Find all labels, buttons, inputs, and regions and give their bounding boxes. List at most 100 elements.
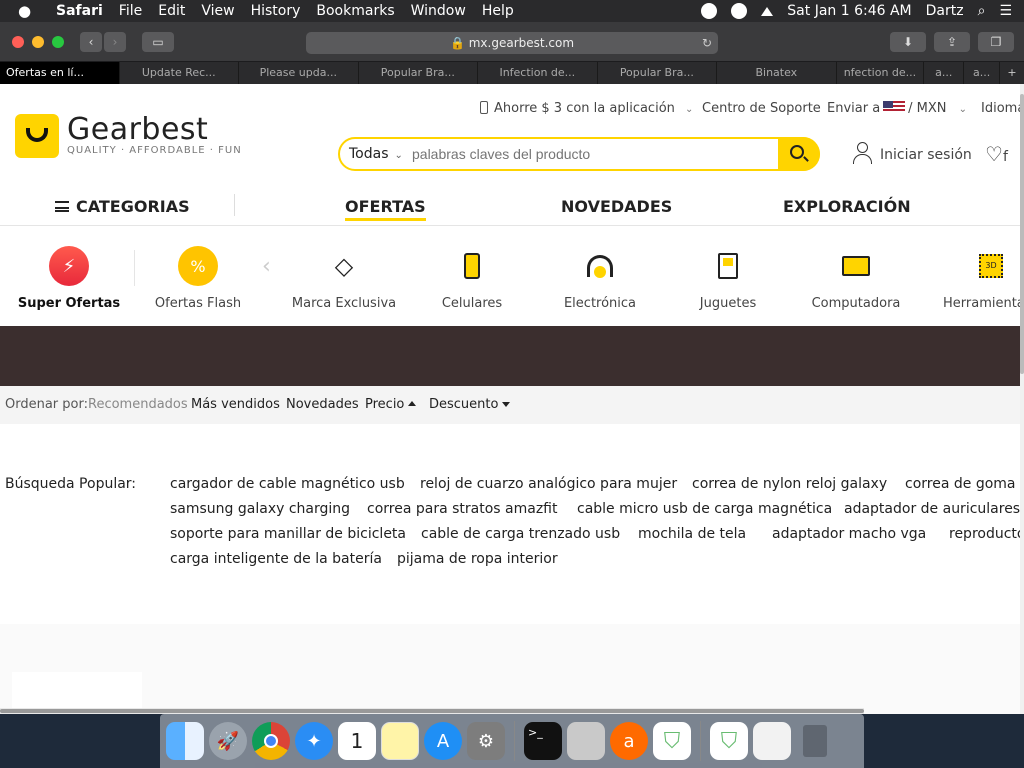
- notification-center-icon[interactable]: ☰: [999, 3, 1012, 19]
- tab-5[interactable]: Infection de...: [478, 62, 598, 84]
- gearbest-logo[interactable]: [15, 114, 59, 158]
- category-electronics[interactable]: Electrónica: [545, 246, 655, 311]
- scrollbar-thumb[interactable]: [0, 709, 864, 713]
- system-preferences-icon[interactable]: ⚙: [467, 722, 505, 760]
- menubar-clock[interactable]: Sat Jan 1 6:46 AM: [787, 3, 911, 19]
- new-tab-icon[interactable]: +: [1000, 62, 1024, 84]
- finder-icon[interactable]: [166, 722, 204, 760]
- category-super-offers[interactable]: ⚡ Super Ofertas: [14, 246, 124, 311]
- popular-keyword[interactable]: cargador de cable magnético usb: [170, 476, 405, 492]
- sidebar-toggle-button[interactable]: ▭: [142, 32, 174, 52]
- app-store-icon[interactable]: A: [424, 722, 462, 760]
- popular-keyword[interactable]: reproductor: [949, 526, 1020, 542]
- category-exclusive-brand[interactable]: ◇ Marca Exclusiva: [289, 246, 399, 311]
- popular-keyword[interactable]: correa para stratos amazfit: [367, 501, 557, 517]
- popular-keyword[interactable]: soporte para manillar de bicicleta: [170, 526, 406, 542]
- brand-name[interactable]: Gearbest: [67, 112, 208, 147]
- nav-offers[interactable]: OFERTAS: [345, 197, 426, 221]
- category-flash-offers[interactable]: % Ofertas Flash: [143, 246, 253, 311]
- adguard-icon[interactable]: ⛉: [653, 722, 691, 760]
- app-promo-link[interactable]: Ahorre $ 3 con la aplicación ⌄: [480, 101, 693, 116]
- terminal-icon[interactable]: >_: [524, 722, 562, 760]
- sort-new[interactable]: Novedades: [286, 397, 359, 412]
- zoom-window-icon[interactable]: [52, 36, 64, 48]
- safari-icon[interactable]: ✦: [295, 722, 333, 760]
- popular-keyword[interactable]: correa de goma p: [905, 476, 1020, 492]
- popular-keyword[interactable]: cable micro usb de carga magnética: [577, 501, 832, 517]
- category-tools[interactable]: 3D Herramientas: [929, 246, 1020, 311]
- category-computers[interactable]: Computadora: [801, 246, 911, 311]
- popular-keyword[interactable]: reloj de cuarzo analógico para mujer: [420, 476, 677, 492]
- reload-icon[interactable]: ↻: [702, 32, 712, 54]
- ship-to-selector[interactable]: Enviar a / MXN ⌄: [827, 101, 967, 116]
- wishlist-heart-icon[interactable]: ♡f: [985, 142, 1008, 166]
- tab-8[interactable]: nfection de...: [837, 62, 925, 84]
- tab-2[interactable]: Update Rec...: [120, 62, 240, 84]
- minimize-window-icon[interactable]: [32, 36, 44, 48]
- tab-4[interactable]: Popular Bra...: [359, 62, 479, 84]
- popular-keyword[interactable]: mochila de tela: [638, 526, 746, 542]
- preview-icon[interactable]: [753, 722, 791, 760]
- popular-keyword[interactable]: adaptador de auriculares y: [844, 501, 1020, 517]
- popular-keyword[interactable]: pijama de ropa interior: [397, 551, 558, 567]
- tab-7[interactable]: Binatex: [717, 62, 837, 84]
- address-bar[interactable]: 🔒 mx.gearbest.com ↻: [306, 32, 718, 54]
- tab-3[interactable]: Please upda...: [239, 62, 359, 84]
- close-window-icon[interactable]: [12, 36, 24, 48]
- avast-icon[interactable]: a: [610, 722, 648, 760]
- apple-menu-icon[interactable]: ●: [18, 2, 40, 20]
- spotlight-icon[interactable]: ⌕: [978, 3, 986, 19]
- nav-news[interactable]: NOVEDADES: [561, 197, 672, 216]
- search-button[interactable]: [778, 137, 820, 171]
- adguard-alt-icon[interactable]: ⛉: [710, 722, 748, 760]
- nav-categories[interactable]: CATEGORIAS: [55, 197, 190, 216]
- popular-keyword[interactable]: cable de carga trenzado usb: [421, 526, 620, 542]
- menubar-user[interactable]: Dartz: [926, 3, 964, 19]
- menu-bookmarks[interactable]: Bookmarks: [316, 3, 394, 19]
- support-link[interactable]: Centro de Soporte: [702, 101, 821, 116]
- menu-view[interactable]: View: [201, 3, 234, 19]
- menu-file[interactable]: File: [119, 3, 142, 19]
- search-category-select[interactable]: Todas ⌄: [349, 146, 403, 162]
- promo-banner[interactable]: [0, 326, 1020, 386]
- popular-keyword[interactable]: adaptador macho vga: [772, 526, 926, 542]
- forward-button[interactable]: ›: [104, 32, 126, 52]
- menu-window[interactable]: Window: [411, 3, 466, 19]
- back-button[interactable]: ‹: [80, 32, 102, 52]
- tab-6[interactable]: Popular Bra...: [598, 62, 718, 84]
- menu-history[interactable]: History: [251, 3, 301, 19]
- menu-edit[interactable]: Edit: [158, 3, 185, 19]
- shield-status-icon[interactable]: [701, 3, 718, 19]
- popular-keyword[interactable]: samsung galaxy charging: [170, 501, 350, 517]
- disk-utility-icon[interactable]: [567, 722, 605, 760]
- language-selector[interactable]: Idioma: [981, 101, 1020, 116]
- menu-safari[interactable]: Safari: [56, 3, 103, 19]
- downloads-button[interactable]: ⬇: [890, 32, 926, 52]
- popular-keyword[interactable]: correa de nylon reloj galaxy: [692, 476, 887, 492]
- search-input[interactable]: [412, 146, 772, 162]
- nav-explore[interactable]: EXPLORACIÓN: [783, 197, 911, 216]
- menu-help[interactable]: Help: [482, 3, 514, 19]
- tab-9[interactable]: a...: [924, 62, 965, 84]
- login-link[interactable]: Iniciar sesión: [852, 142, 972, 164]
- notes-icon[interactable]: [381, 722, 419, 760]
- eject-icon[interactable]: [761, 6, 774, 16]
- sort-price[interactable]: Precio: [365, 397, 417, 412]
- chrome-icon[interactable]: [252, 722, 290, 760]
- avast-status-icon[interactable]: [731, 3, 748, 19]
- tab-overview-button[interactable]: ❐: [978, 32, 1014, 52]
- vertical-scrollbar[interactable]: [1020, 84, 1024, 714]
- share-button[interactable]: ⇪: [934, 32, 970, 52]
- popular-keyword[interactable]: carga inteligente de la batería: [170, 551, 382, 567]
- trash-icon[interactable]: [796, 722, 834, 760]
- calendar-icon[interactable]: 1: [338, 722, 376, 760]
- scrollbar-thumb[interactable]: [1020, 94, 1024, 374]
- sort-recommended[interactable]: Recomendados: [88, 397, 188, 412]
- category-toys[interactable]: Juguetes: [673, 246, 783, 311]
- sort-discount[interactable]: Descuento: [429, 397, 511, 412]
- tab-1[interactable]: Ofertas en lí...: [0, 62, 120, 84]
- carousel-prev-icon[interactable]: ‹: [262, 254, 271, 279]
- tab-10[interactable]: a...: [964, 62, 1001, 84]
- category-phones[interactable]: Celulares: [417, 246, 527, 311]
- launchpad-icon[interactable]: 🚀: [209, 722, 247, 760]
